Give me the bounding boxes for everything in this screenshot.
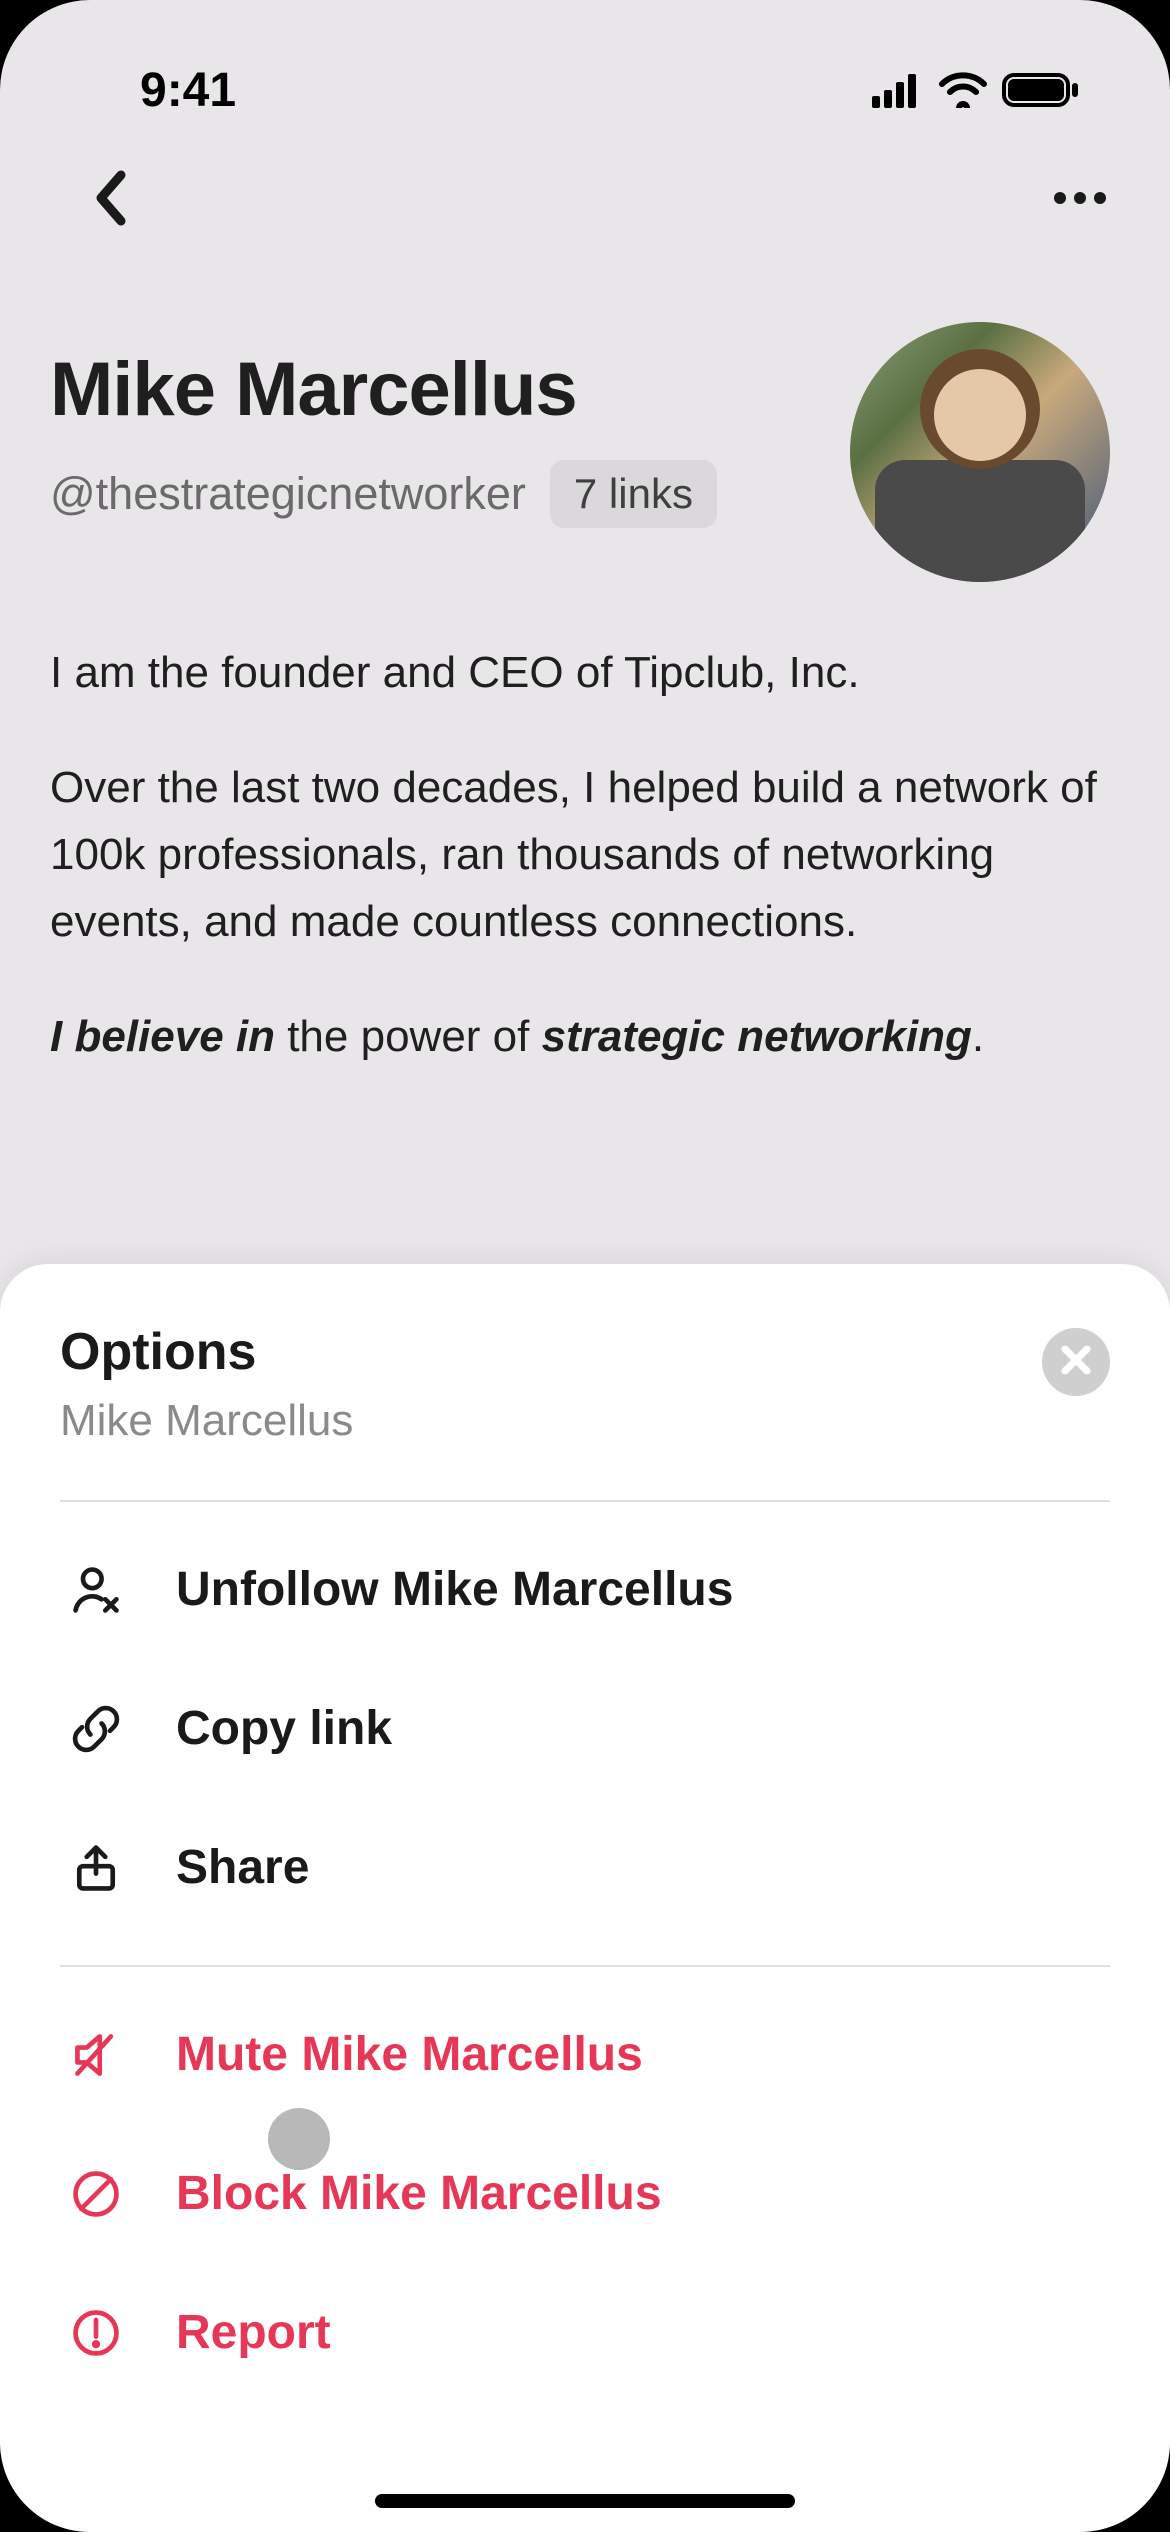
nav-bar [0,140,1170,260]
close-button[interactable] [1042,1328,1110,1396]
profile-handle[interactable]: @thestrategicnetworker [50,468,526,520]
sheet-header: Options Mike Marcellus [60,1322,1110,1446]
sheet-title: Options [60,1322,353,1382]
close-icon [1059,1343,1093,1382]
bio-strategic: strategic networking [542,1012,972,1061]
more-horizontal-icon [1052,188,1108,213]
chevron-left-icon [91,169,129,232]
option-mute-label: Mute Mike Marcellus [176,2027,643,2082]
divider-2 [60,1965,1110,1967]
back-button[interactable] [80,170,140,230]
profile-section: Mike Marcellus @thestrategicnetworker 7 … [0,260,1170,1070]
status-time: 9:41 [140,63,236,118]
wifi-icon [938,72,988,108]
divider [60,1500,1110,1502]
bio-mid: the power of [275,1012,542,1061]
option-share-label: Share [176,1840,309,1895]
option-mute[interactable]: Mute Mike Marcellus [60,1985,1110,2124]
cellular-signal-icon [872,72,924,108]
sheet-gap [60,1937,1110,1965]
option-block[interactable]: Block Mike Marcellus [60,2124,1110,2263]
link-icon [70,1703,122,1755]
block-icon [70,2168,122,2220]
status-icons [872,71,1080,109]
option-copy-link-label: Copy link [176,1701,392,1756]
bio-end: . [972,1012,984,1061]
battery-icon [1002,71,1080,109]
option-unfollow[interactable]: Unfollow Mike Marcellus [60,1520,1110,1659]
profile-name: Mike Marcellus [50,350,850,430]
home-indicator[interactable] [375,2494,795,2508]
option-unfollow-label: Unfollow Mike Marcellus [176,1562,733,1617]
profile-bio: I am the founder and CEO of Tipclub, Inc… [50,640,1120,1070]
option-report[interactable]: Report [60,2263,1110,2402]
bio-paragraph-1: I am the founder and CEO of Tipclub, Inc… [50,640,1120,707]
bio-believe: I believe in [50,1012,275,1061]
options-sheet: Options Mike Marcellus Unfollow Mike Mar… [0,1264,1170,2532]
user-x-icon [70,1564,122,1616]
share-icon [70,1842,122,1894]
profile-header: Mike Marcellus @thestrategicnetworker 7 … [50,350,1120,582]
sheet-subtitle: Mike Marcellus [60,1396,353,1446]
avatar[interactable] [850,322,1110,582]
option-block-label: Block Mike Marcellus [176,2166,662,2221]
mute-icon [70,2029,122,2081]
status-bar: 9:41 [0,40,1170,140]
bio-paragraph-2: Over the last two decades, I helped buil… [50,755,1120,956]
option-report-label: Report [176,2305,331,2360]
profile-meta: @thestrategicnetworker 7 links [50,460,850,528]
alert-circle-icon [70,2307,122,2359]
device-frame: 9:41 Mike Marcellus [0,0,1170,2532]
option-copy-link[interactable]: Copy link [60,1659,1110,1798]
sheet-title-block: Options Mike Marcellus [60,1322,353,1446]
links-badge[interactable]: 7 links [550,460,717,528]
profile-info: Mike Marcellus @thestrategicnetworker 7 … [50,350,850,528]
option-share[interactable]: Share [60,1798,1110,1937]
bio-paragraph-3: I believe in the power of strategic netw… [50,1004,1120,1071]
more-button[interactable] [1050,170,1110,230]
